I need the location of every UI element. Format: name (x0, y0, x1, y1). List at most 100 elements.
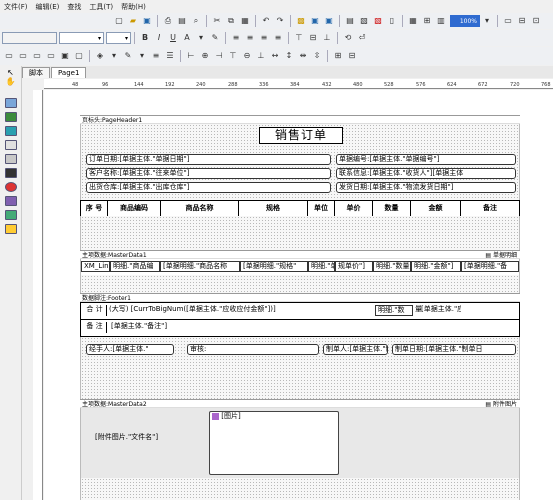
line-tool-icon[interactable] (4, 154, 17, 164)
align-objects-top-icon[interactable]: ⊤ (227, 50, 239, 62)
auditor-field[interactable]: 审核: (187, 344, 319, 355)
add-page-icon[interactable]: ▧ (358, 15, 370, 27)
remark-row[interactable]: 备 注 [单据主体."备注"] (80, 320, 520, 337)
align-left-icon[interactable]: ≡ (230, 32, 242, 44)
master-data2-label[interactable]: 主项数据:MasterData2 ▤ 附件图片 (80, 399, 520, 408)
redo-icon[interactable]: ↷ (274, 15, 286, 27)
line-style-icon[interactable]: ≡ (150, 50, 162, 62)
order-no-field[interactable]: 单据编号:[单据主体."单据编号"] (336, 154, 516, 165)
fit-grid-icon[interactable]: ▥ (435, 15, 447, 27)
align-center-icon[interactable]: ≡ (244, 32, 256, 44)
detail-cell[interactable]: [单据明细."备 (461, 261, 519, 272)
column-header[interactable]: 序 号 (81, 201, 108, 216)
make-date-field[interactable]: 制单日期:[单据主体."制单日 (392, 344, 516, 355)
align-objects-right-icon[interactable]: ⊣ (213, 50, 225, 62)
center-vertical-icon[interactable]: ⊟ (346, 50, 358, 62)
zoom-select[interactable]: 100% (450, 15, 480, 27)
line-width-icon[interactable]: ☰ (164, 50, 176, 62)
rotate-icon[interactable]: ⟲ (342, 32, 354, 44)
align-objects-bottom-icon[interactable]: ⊥ (255, 50, 267, 62)
align-right-icon[interactable]: ≡ (258, 32, 270, 44)
style-select[interactable] (2, 32, 57, 44)
column-header[interactable]: 单价 (335, 201, 373, 216)
bring-front-icon[interactable]: ▣ (309, 15, 321, 27)
maker-field[interactable]: 制单人:[单据主体."制单 (323, 344, 388, 355)
frame-left-icon[interactable]: ▭ (31, 50, 43, 62)
page-icon[interactable]: ▯ (386, 15, 398, 27)
chevron-down-icon[interactable]: ▾ (136, 50, 148, 62)
chevron-down-icon[interactable]: ▾ (195, 32, 207, 44)
open-icon[interactable]: ▰ (127, 15, 139, 27)
copy-icon[interactable]: ⧉ (225, 15, 237, 27)
footer-band-label[interactable]: 数据脚注:Footer1 (80, 293, 520, 302)
master-data1-label[interactable]: 主项数据:MasterData1 ▤ 单据明细 (80, 250, 520, 259)
total-label[interactable]: 合 计 (81, 305, 107, 316)
highlight-icon[interactable]: ✎ (209, 32, 221, 44)
same-height-icon[interactable]: ↕ (283, 50, 295, 62)
font-color-icon[interactable]: A (181, 32, 193, 44)
align-top-icon[interactable]: ⊤ (293, 32, 305, 44)
frame-top-icon[interactable]: ▭ (3, 50, 15, 62)
total-row[interactable]: 合 计 (大写) [CurrToBigNum([单据主体."应收应付金额"])]… (80, 302, 520, 320)
column-header[interactable]: 规格 (239, 201, 308, 216)
menu-edit[interactable]: 编辑(E) (32, 2, 64, 12)
insert-band-icon[interactable]: ▤ (344, 15, 356, 27)
page-header-band[interactable]: 销售订单 订单日期:[单据主体."单据日期"] 单据编号:[单据主体."单据编号… (80, 124, 520, 200)
hand-icon[interactable]: ✋ (0, 77, 21, 86)
new-icon[interactable]: ▢ (113, 15, 125, 27)
customer-field[interactable]: 客户名称:[单据主体."往来单位"] (86, 168, 331, 179)
text-tool-icon[interactable] (4, 112, 17, 122)
align-objects-middle-icon[interactable]: ⊖ (241, 50, 253, 62)
detail-cell[interactable]: 明细."单 (308, 261, 335, 272)
page-header-band-label[interactable]: 页标头:PageHeader1 (80, 115, 520, 124)
select-pointer-icon[interactable]: ↖ (0, 68, 21, 77)
detail-cell[interactable]: [单据明细."规格" (240, 261, 308, 272)
order-date-field[interactable]: 订单日期:[单据主体."单据日期"] (86, 154, 331, 165)
italic-icon[interactable]: I (153, 32, 165, 44)
column-header[interactable]: 商品名称 (161, 201, 239, 216)
frame-none-icon[interactable]: ▢ (73, 50, 85, 62)
detail-cell[interactable]: 明细."商品编 (110, 261, 160, 272)
snap-grid-icon[interactable]: ⊞ (421, 15, 433, 27)
line-color-icon[interactable]: ✎ (122, 50, 134, 62)
picture-tool-icon[interactable] (4, 168, 17, 178)
frame-right-icon[interactable]: ▭ (45, 50, 57, 62)
print-preview-icon[interactable]: ▤ (176, 15, 188, 27)
chevron-down-icon[interactable]: ▾ (108, 50, 120, 62)
center-horizontal-icon[interactable]: ⊞ (332, 50, 344, 62)
report-title[interactable]: 销售订单 (259, 127, 343, 144)
undo-icon[interactable]: ↶ (260, 15, 272, 27)
find-icon[interactable]: ⌕ (190, 15, 202, 27)
ship-date-field[interactable]: 发货日期:[单据主体."物流发货日期"] (336, 182, 516, 193)
tab-page1[interactable]: Page1 (51, 67, 87, 78)
contact-field[interactable]: 联系信息:[单据主体."收货人"][单据主体 (336, 168, 516, 179)
menu-help[interactable]: 帮助(H) (117, 2, 150, 12)
font-size-select[interactable]: ▾ (106, 32, 131, 44)
fill-color-icon[interactable]: ◈ (94, 50, 106, 62)
settings-icon[interactable]: ⊡ (530, 15, 542, 27)
menu-tools[interactable]: 工具(T) (85, 2, 117, 12)
chevron-down-icon[interactable]: ▾ (481, 15, 493, 27)
attachment-name-field[interactable]: [附件图片."文件名"] (93, 433, 193, 444)
data-tool-icon[interactable] (4, 126, 17, 136)
align-bottom-icon[interactable]: ⊥ (321, 32, 333, 44)
detail-cell[interactable]: 明细."金额"] (411, 261, 461, 272)
wrap-icon[interactable]: ⏎ (356, 32, 368, 44)
font-select[interactable]: ▾ (59, 32, 104, 44)
bold-icon[interactable]: B (139, 32, 151, 44)
paste-icon[interactable]: ▦ (239, 15, 251, 27)
menu-file[interactable]: 文件(F) (0, 2, 32, 12)
underline-icon[interactable]: U (167, 32, 179, 44)
monitor-icon[interactable]: ▭ (502, 15, 514, 27)
detail-cell[interactable]: 明细."数量 (373, 261, 411, 272)
column-header[interactable]: 备注 (461, 201, 519, 216)
column-header[interactable]: 商品编码 (108, 201, 161, 216)
subreport-tool-icon[interactable] (4, 140, 17, 150)
menu-find[interactable]: 查找 (63, 2, 85, 12)
shape-tool-icon[interactable] (4, 196, 17, 206)
same-width-icon[interactable]: ↔ (269, 50, 281, 62)
frame-all-icon[interactable]: ▣ (59, 50, 71, 62)
align-middle-icon[interactable]: ⊟ (307, 32, 319, 44)
space-horizontal-icon[interactable]: ⇹ (297, 50, 309, 62)
band-tool-icon[interactable] (4, 98, 17, 108)
